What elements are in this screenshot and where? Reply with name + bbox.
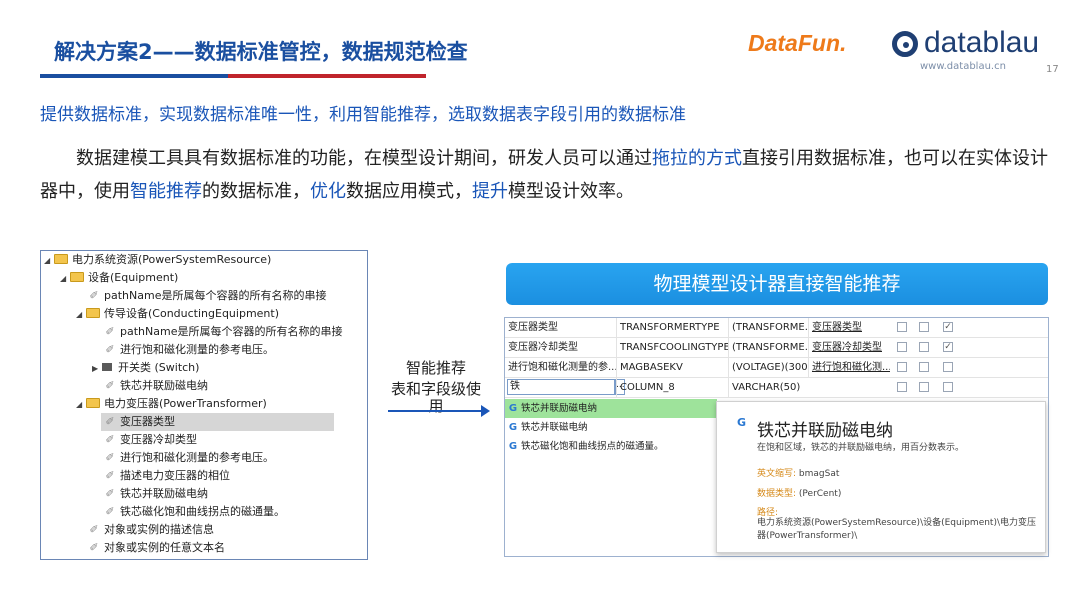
expand-triangle-icon[interactable]: ◢ (76, 306, 86, 324)
expand-triangle-icon[interactable]: ◢ (44, 252, 54, 270)
tree-item[interactable]: ✐ pathName是所属每个容器的所有名称的串接 (104, 323, 342, 341)
tree-item[interactable]: ✐ 对象或实例的任意文本名 (88, 539, 225, 557)
tree-item[interactable]: ▶ 开关类 (Switch) (92, 359, 199, 377)
checkbox-checked[interactable]: ✓ (943, 322, 953, 332)
suggestion-list[interactable]: G 铁芯并联励磁电纳 G 铁芯并联磁电纳 G 铁芯磁化饱和曲线拐点的磁通量。 (505, 399, 717, 459)
tree-item[interactable]: ✐ 进行饱和磁化测量的参考电压。 (104, 341, 274, 359)
tree-item[interactable]: ✐ 变压器冷却类型 (104, 431, 197, 449)
folder-icon (102, 363, 112, 371)
tree-item[interactable]: ✐ 对象或实例的描述信息 (88, 521, 214, 539)
tree-item[interactable]: ✐ 铁芯并联励磁电纳 (104, 377, 208, 395)
para-highlight-3: 优化 (310, 181, 346, 202)
checkbox[interactable] (919, 342, 929, 352)
para-highlight-1: 拖拉的方式 (652, 148, 742, 169)
standard-leaf-icon: ✐ (105, 469, 115, 482)
grid-row[interactable]: 变压器冷却类型 TRANSFCOOLINGTYPE (TRANSFORME...… (505, 338, 1048, 358)
para-highlight-2: 智能推荐 (130, 181, 202, 202)
para-text-3: 的数据标准， (202, 181, 310, 202)
checkbox[interactable] (919, 382, 929, 392)
checkbox-checked[interactable]: ✓ (943, 342, 953, 352)
suggestion-item[interactable]: G 铁芯磁化饱和曲线拐点的磁通量。 (505, 437, 717, 456)
standard-leaf-icon: ✐ (89, 541, 99, 554)
tree-item-selected[interactable]: ✐ 变压器类型 (101, 413, 334, 431)
smart-recommend-label: 智能推荐 表和字段级使 用 (390, 359, 481, 415)
tree-item[interactable]: ✐ 进行饱和磁化测量的参考电压。 (104, 449, 274, 467)
para-text-4: 数据应用模式， (346, 181, 472, 202)
grid-row[interactable]: 变压器类型 TRANSFORMERTYPE (TRANSFORME... 变压器… (505, 318, 1048, 338)
standard-leaf-icon: ✐ (105, 325, 115, 338)
datablau-logo-icon (892, 31, 918, 58)
right-arrow-icon (388, 405, 490, 417)
tree-item[interactable]: ✐ 描述电力变压器的相位 (104, 467, 230, 485)
para-text-5: 模型设计效率。 (508, 181, 634, 202)
designer-banner: 物理模型设计器直接智能推荐 (506, 263, 1048, 305)
checkbox[interactable] (897, 342, 907, 352)
checkbox[interactable] (897, 322, 907, 332)
suggestion-item-active[interactable]: G 铁芯并联励磁电纳 (505, 399, 717, 418)
popup-abbr: 英文缩写: bmagSat (757, 469, 840, 479)
para-text-1: 数据建模工具具有数据标准的功能，在模型设计期间，研发人员可以通过 (76, 148, 652, 169)
standard-leaf-icon: ✐ (105, 505, 115, 518)
datablau-logo: datablau (892, 26, 1039, 60)
column-name-input[interactable]: 铁 (507, 379, 615, 395)
standard-leaf-icon: ✐ (105, 487, 115, 500)
grid-row-editing[interactable]: 铁 ... COLUMN_8 VARCHAR(50) (505, 378, 1048, 398)
checkbox[interactable] (943, 362, 953, 372)
popup-description: 在饱和区域，铁芯的并联励磁电纳，用百分数表示。 (757, 443, 965, 453)
page-title: 解决方案2——数据标准管控，数据规范检查 (54, 40, 468, 64)
title-underline-red (228, 74, 426, 78)
datablau-logo-text: datablau (924, 26, 1040, 59)
expand-triangle-icon[interactable]: ◢ (60, 270, 70, 288)
popup-path: 电力系统资源(PowerSystemResource)\设备(Equipment… (757, 518, 1037, 541)
folder-icon (70, 272, 84, 282)
standards-tree[interactable]: ◢ 电力系统资源(PowerSystemResource) ◢ 设备(Equipme… (40, 250, 368, 560)
tree-item[interactable]: ◢ 电力变压器(PowerTransformer) (76, 395, 267, 413)
popup-datatype: 数据类型: (PerCent) (757, 489, 842, 499)
para-highlight-4: 提升 (472, 181, 508, 202)
checkbox[interactable] (919, 322, 929, 332)
standard-g-icon: G (508, 403, 518, 414)
logo-url: www.datablau.cn (920, 61, 1006, 72)
standard-g-icon: G (508, 441, 518, 452)
title-underline-blue (40, 74, 228, 78)
datafun-logo: DataFun. (748, 30, 847, 56)
standard-leaf-icon: ✐ (105, 433, 115, 446)
suggestion-item[interactable]: G 铁芯并联磁电纳 (505, 418, 717, 437)
tree-item[interactable]: ✐ 铁芯并联励磁电纳 (104, 485, 208, 503)
page-number: 17 (1046, 64, 1059, 75)
tree-item[interactable]: ◢ 传导设备(ConductingEquipment) (76, 305, 279, 323)
expand-triangle-icon[interactable]: ◢ (76, 396, 86, 414)
standard-leaf-icon: ✐ (89, 523, 99, 536)
standard-leaf-icon: ✐ (105, 415, 115, 428)
tree-item[interactable]: ✐ 铁芯磁化饱和曲线拐点的磁通量。 (104, 503, 285, 521)
description-paragraph: 数据建模工具具有数据标准的功能，在模型设计期间，研发人员可以通过拖拉的方式直接引… (40, 142, 1050, 208)
checkbox[interactable] (943, 382, 953, 392)
checkbox[interactable] (919, 362, 929, 372)
tree-item[interactable]: ◢ 电力系统资源(PowerSystemResource) (44, 251, 271, 269)
folder-icon (54, 254, 68, 264)
tree-item[interactable]: ◢ 设备(Equipment) (60, 269, 178, 287)
standard-g-icon: G (737, 416, 747, 429)
subtitle: 提供数据标准，实现数据标准唯一性，利用智能推荐，选取数据表字段引用的数据标准 (40, 105, 686, 125)
standard-leaf-icon: ✐ (89, 289, 99, 302)
tree-item[interactable]: ✐ pathName是所属每个容器的所有名称的串接 (88, 287, 326, 305)
standard-detail-popup: G 铁芯并联励磁电纳 在饱和区域，铁芯的并联励磁电纳，用百分数表示。 英文缩写:… (716, 401, 1046, 553)
checkbox[interactable] (897, 382, 907, 392)
popup-title: 铁芯并联励磁电纳 (757, 421, 893, 441)
standard-leaf-icon: ✐ (105, 379, 115, 392)
standard-leaf-icon: ✐ (105, 343, 115, 356)
folder-icon (86, 308, 100, 318)
grid-row[interactable]: 进行饱和磁化测量的参... MAGBASEKV (VOLTAGE)(300) 进… (505, 358, 1048, 378)
standard-leaf-icon: ✐ (105, 451, 115, 464)
folder-icon (86, 398, 100, 408)
standard-g-icon: G (508, 422, 518, 433)
checkbox[interactable] (897, 362, 907, 372)
collapse-triangle-icon[interactable]: ▶ (92, 360, 102, 378)
